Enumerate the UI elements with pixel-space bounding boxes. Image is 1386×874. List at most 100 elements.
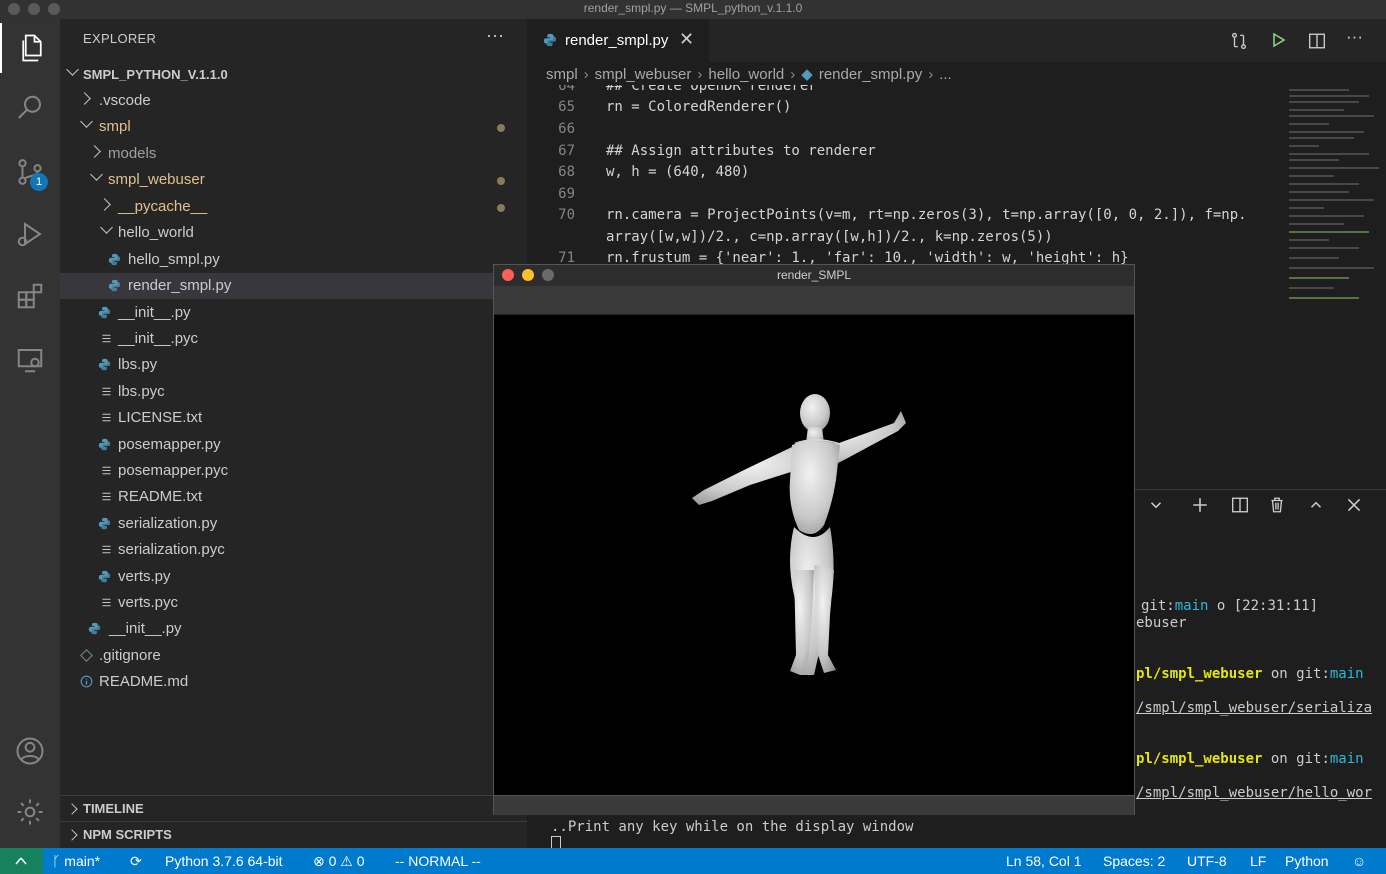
terminal-line: pl/smpl_webuser on git:main [1136, 751, 1364, 767]
line-text: rn = ColoredRenderer() [606, 99, 792, 115]
tree-item-root-init-py[interactable]: __init__.py [60, 616, 527, 642]
source-control-activity[interactable]: 1 [0, 147, 60, 197]
chevron-right-icon [88, 145, 101, 158]
remote-indicator[interactable] [0, 848, 43, 874]
smpl-body-render [692, 394, 906, 675]
python-file-icon [98, 517, 111, 530]
tab-close-icon[interactable]: ✕ [679, 29, 694, 50]
tree-item-init-pyc[interactable]: __init__.pyc [60, 326, 527, 352]
feedback-icon[interactable]: ☺ [1352, 853, 1366, 869]
chevron-right-icon [66, 803, 78, 815]
minimap[interactable] [1285, 87, 1385, 327]
tree-item-pycache[interactable]: __pycache__ [60, 194, 527, 220]
line-text: ## Create OpenDR renderer [606, 85, 817, 94]
vim-mode: -- NORMAL -- [395, 853, 481, 869]
tree-item-render-smpl[interactable]: render_smpl.py [60, 273, 527, 299]
cursor-position[interactable]: Ln 58, Col 1 [1006, 853, 1082, 869]
render-window-title: render_SMPL [776, 268, 852, 282]
terminal-line: ..Print any key while on the display win… [551, 819, 913, 835]
split-editor-icon[interactable] [1308, 32, 1326, 50]
render-window[interactable]: render_SMPL [494, 265, 1134, 815]
npm-scripts-label: NPM SCRIPTS [83, 827, 172, 842]
line-number: 71 [558, 250, 575, 265]
render-window-titlebar[interactable]: render_SMPL [494, 265, 1134, 286]
run-icon[interactable] [1270, 32, 1286, 48]
breadcrumb-item[interactable]: ... [939, 66, 952, 83]
branch-status[interactable]: ᚴ main* [52, 853, 100, 869]
trash-icon[interactable] [1268, 496, 1286, 514]
tree-item-vscode[interactable]: .vscode [60, 88, 527, 114]
accounts-activity[interactable] [0, 726, 60, 776]
tree-item-lbs-py[interactable]: lbs.py [60, 352, 527, 378]
breadcrumb-item[interactable]: hello_world [708, 66, 784, 83]
tree-item-hello-world[interactable]: hello_world [60, 220, 527, 246]
terminal-line[interactable]: /smpl/smpl_webuser/serializa [1136, 700, 1372, 716]
tree-item-lbs-pyc[interactable]: lbs.pyc [60, 379, 527, 405]
tree-item-label: README.md [99, 673, 189, 690]
indentation[interactable]: Spaces: 2 [1103, 853, 1165, 869]
language-mode[interactable]: Python [1285, 853, 1329, 869]
breadcrumb-item[interactable]: render_smpl.py [819, 66, 922, 83]
extensions-activity[interactable] [0, 271, 60, 321]
run-debug-activity[interactable] [0, 209, 60, 259]
render-canvas[interactable] [494, 315, 1134, 795]
sync-icon[interactable]: ⟳ [130, 853, 142, 870]
tree-item-posemapper-pyc[interactable]: posemapper.pyc [60, 458, 527, 484]
tree-item-smpl[interactable]: smpl [60, 114, 527, 140]
terminal-link[interactable]: /smpl/smpl_webuser/serializa [1136, 700, 1372, 716]
terminal-link[interactable]: /smpl/smpl_webuser/hello_wor [1136, 785, 1372, 801]
tree-item-label: verts.py [118, 568, 171, 585]
close-panel-icon[interactable] [1345, 496, 1363, 514]
terminal-line[interactable]: /smpl/smpl_webuser/hello_wor [1136, 785, 1372, 801]
timeline-section[interactable]: TIMELINE [60, 795, 527, 822]
text-file-icon [102, 545, 111, 554]
python-interpreter[interactable]: Python 3.7.6 64-bit [165, 853, 283, 869]
terminal-line: ebuser [1136, 615, 1187, 631]
terminal-text: o [22:31:11] [1208, 598, 1319, 614]
tab-render-smpl[interactable]: render_smpl.py ✕ [527, 19, 709, 62]
tree-root-folder[interactable]: SMPL_PYTHON_V.1.1.0 [60, 62, 527, 88]
tree-item-serialization-py[interactable]: serialization.py [60, 511, 527, 537]
root-folder-label: SMPL_PYTHON_V.1.1.0 [83, 67, 228, 82]
tree-item-verts-py[interactable]: verts.py [60, 564, 527, 590]
line-number: 67 [558, 143, 575, 159]
problems-status[interactable]: ⊗ 0 ⚠ 0 [313, 853, 365, 870]
tree-item-models[interactable]: models [60, 141, 527, 167]
tree-item-label: lbs.py [118, 356, 158, 373]
breadcrumb-item[interactable]: smpl_webuser [595, 66, 692, 83]
search-activity[interactable] [0, 83, 60, 133]
tree-item-posemapper-py[interactable]: posemapper.py [60, 432, 527, 458]
tree-item-verts-pyc[interactable]: verts.pyc [60, 590, 527, 616]
compare-changes-icon[interactable] [1230, 32, 1248, 50]
tab-label: render_smpl.py [565, 32, 669, 49]
code-view[interactable]: 64 ## Create OpenDR renderer 65 rn = Color… [527, 85, 1287, 265]
explorer-activity[interactable] [0, 23, 62, 73]
line-number: 70 [558, 207, 575, 223]
window-title: render_smpl.py — SMPL_python_v.1.1.0 [583, 1, 803, 15]
encoding[interactable]: UTF-8 [1187, 853, 1227, 869]
tree-item-license[interactable]: LICENSE.txt [60, 405, 527, 431]
breadcrumb-item[interactable]: smpl [546, 66, 578, 83]
split-terminal-icon[interactable] [1231, 496, 1249, 514]
tree-item-readme-txt[interactable]: README.txt [60, 484, 527, 510]
npm-scripts-section[interactable]: NPM SCRIPTS [60, 821, 527, 848]
manage-activity[interactable] [0, 787, 60, 837]
chevron-down-icon [100, 221, 113, 234]
line-ending[interactable]: LF [1250, 853, 1266, 869]
maximize-panel-icon[interactable] [1307, 496, 1325, 514]
chevron-down-icon[interactable] [1147, 496, 1165, 514]
tree-item-smpl-webuser[interactable]: smpl_webuser [60, 167, 527, 193]
text-file-icon [102, 413, 111, 422]
remote-explorer-activity[interactable] [0, 335, 60, 385]
explorer-more-button[interactable]: ··· [486, 25, 504, 46]
tree-item-serialization-pyc[interactable]: serialization.pyc [60, 537, 527, 563]
tree-item-gitignore[interactable]: .gitignore [60, 643, 527, 669]
tree-item-hello-smpl[interactable]: hello_smpl.py [60, 247, 527, 273]
timeline-label: TIMELINE [83, 801, 144, 816]
line-number: 65 [558, 99, 575, 115]
tree-item-init-py[interactable]: __init__.py [60, 300, 527, 326]
more-actions-icon[interactable]: ··· [1346, 27, 1363, 47]
account-icon [16, 737, 44, 765]
new-terminal-icon[interactable] [1191, 496, 1209, 514]
tree-item-readme-md[interactable]: README.md [60, 669, 527, 695]
